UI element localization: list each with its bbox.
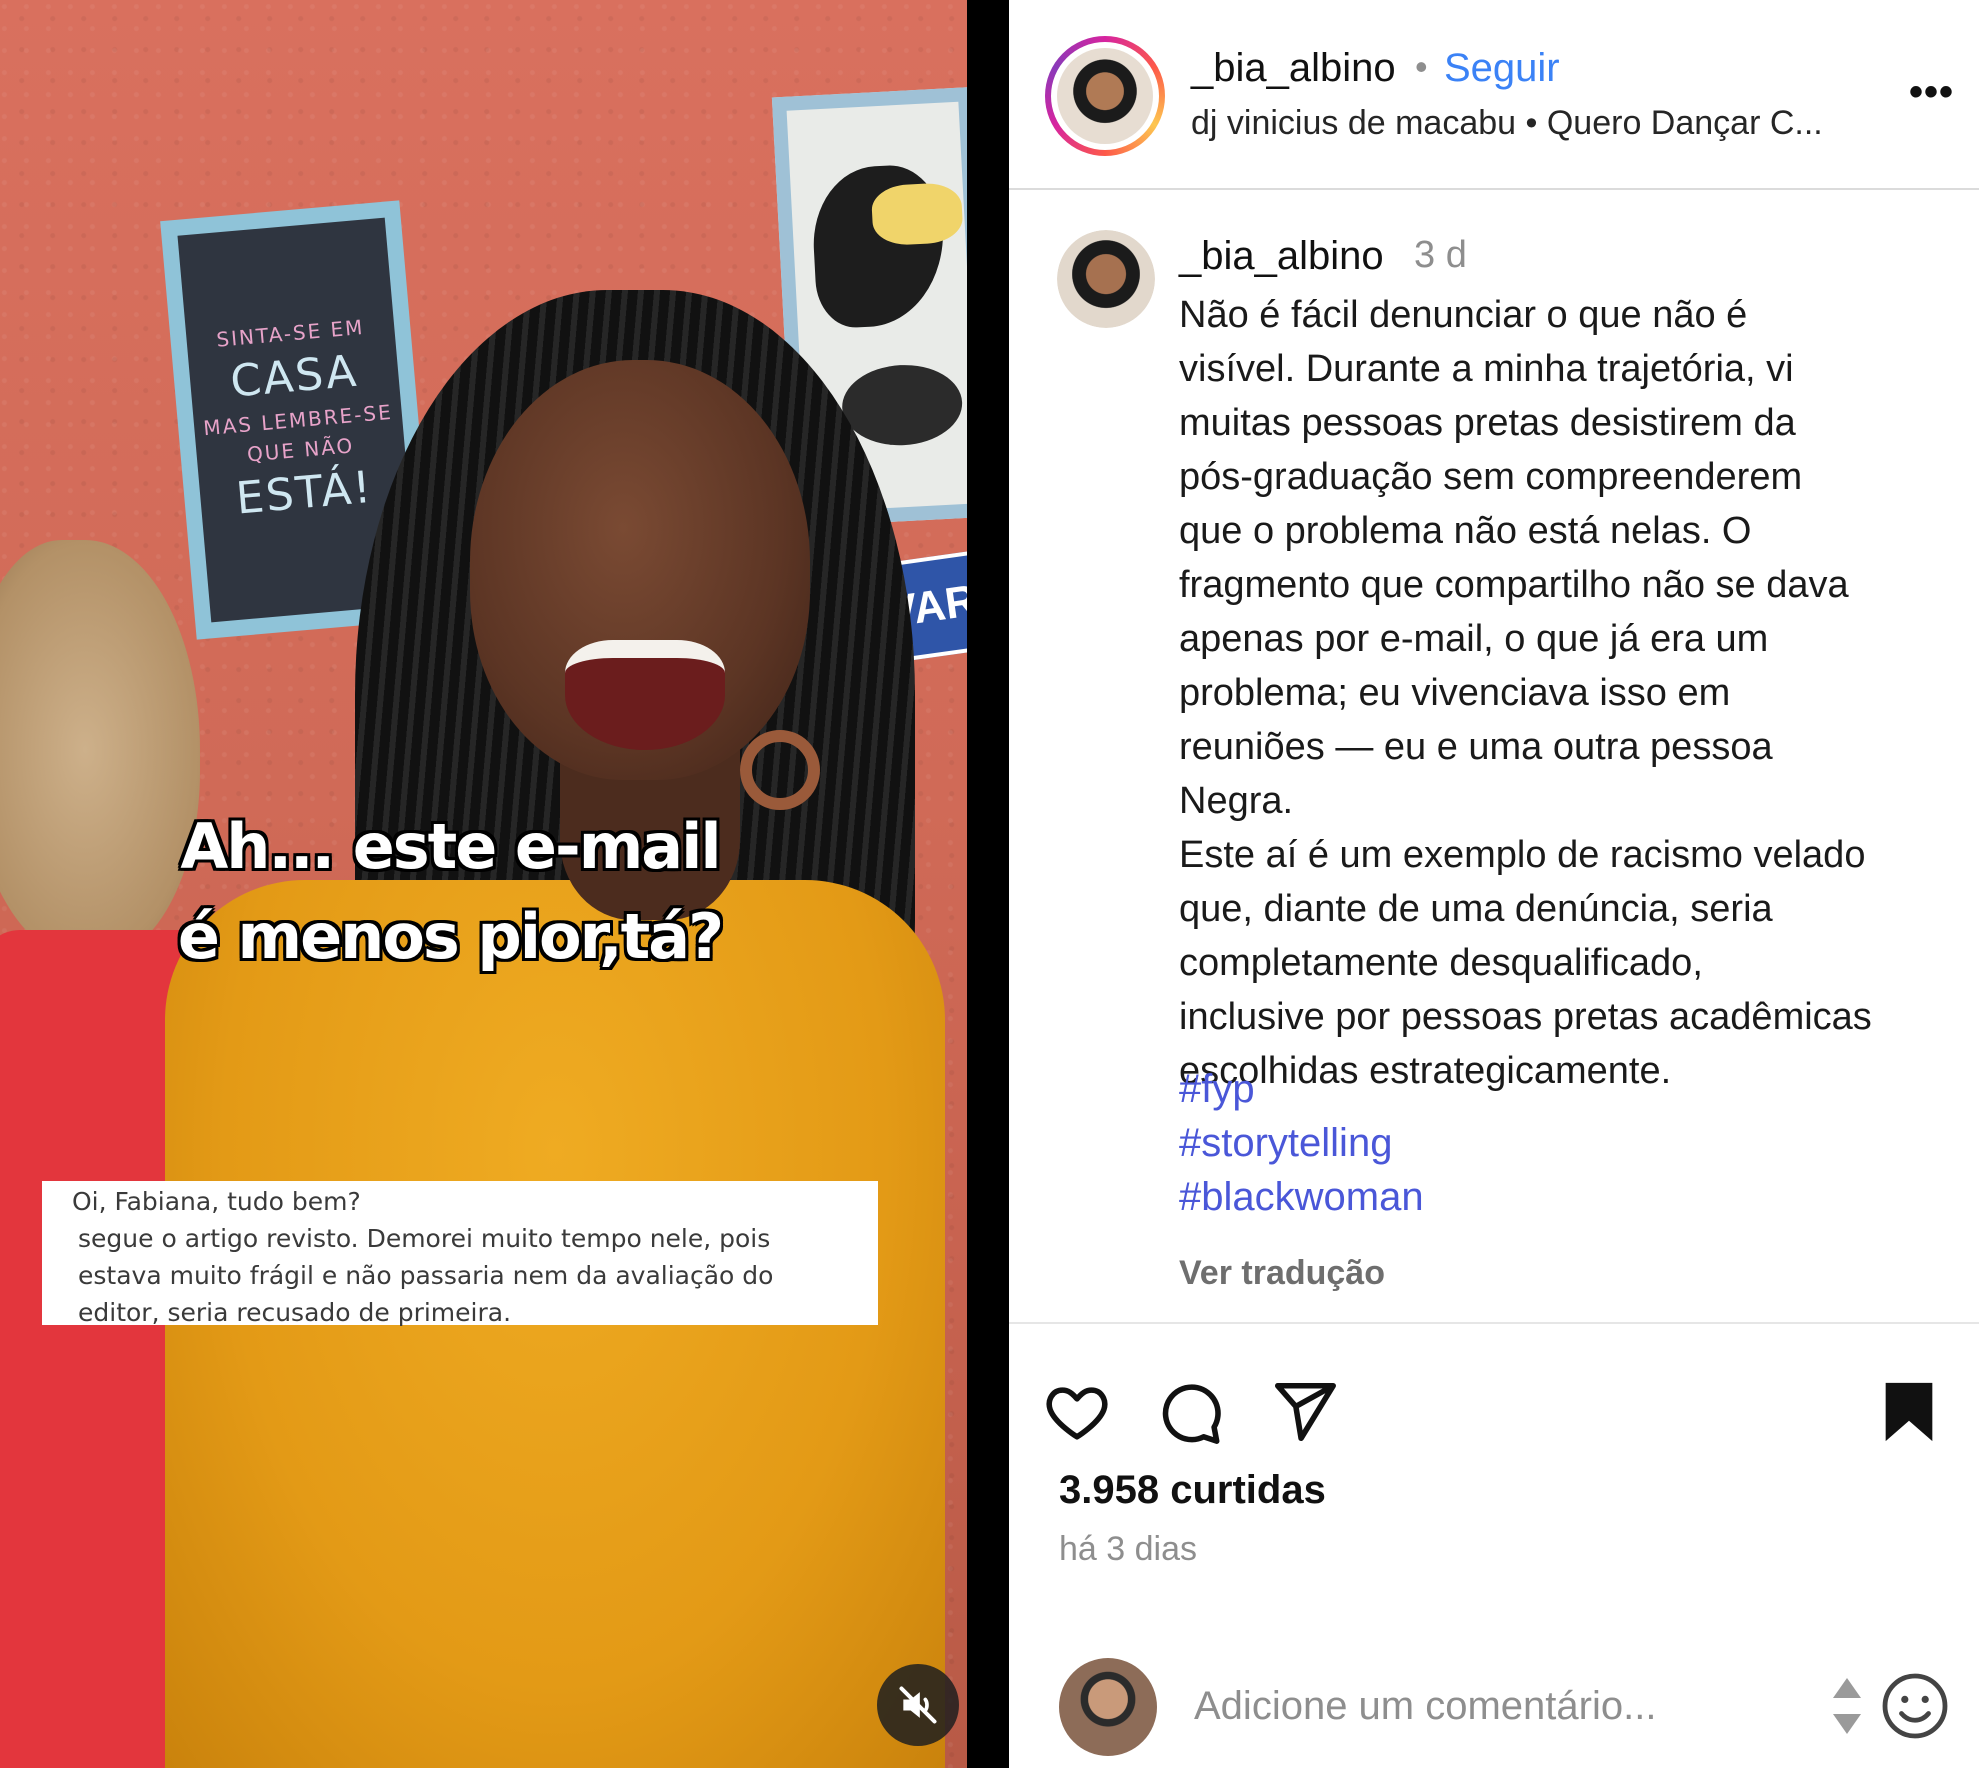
follow-button[interactable]: Seguir: [1444, 46, 1560, 91]
email-line: editor, seria recusado de primeira.: [78, 1298, 512, 1327]
divider: [1009, 1322, 1979, 1324]
post-date: há 3 dias: [1059, 1530, 1197, 1568]
video-caption-line2: é menos pior,tá?: [177, 900, 724, 973]
hashtag-link[interactable]: #fyp: [1179, 1062, 1424, 1116]
more-options-icon[interactable]: •••: [1909, 70, 1954, 115]
earring: [740, 730, 820, 810]
resize-handle-icon[interactable]: [1829, 1674, 1865, 1738]
header-username[interactable]: _bia_albino: [1191, 46, 1396, 91]
mute-button[interactable]: [877, 1664, 959, 1746]
story-ring[interactable]: [1045, 36, 1165, 156]
hashtag-list: #fyp #storytelling #blackwoman: [1179, 1062, 1424, 1224]
bookmark-icon: [1885, 1382, 1933, 1442]
audio-location-line[interactable]: dj vinicius de macabu • Quero Dançar C..…: [1191, 104, 1823, 143]
caption-section: _bia_albino 3 d Não é fácil denunciar o …: [1009, 192, 1979, 1322]
heart-icon: [1046, 1387, 1108, 1440]
translate-link[interactable]: Ver tradução: [1179, 1254, 1385, 1293]
person-mouth: [565, 640, 725, 750]
speaker-muted-icon: [899, 1686, 937, 1724]
action-bar: [1009, 1360, 1979, 1460]
poster-text: CASA: [228, 345, 361, 408]
emoji-icon[interactable]: [1879, 1670, 1951, 1742]
like-button[interactable]: [1037, 1372, 1117, 1452]
separator-dot: •: [1415, 46, 1428, 87]
hashtag-link[interactable]: #blackwoman: [1179, 1170, 1424, 1224]
caption-text: Não é fácil denunciar o que não é visíve…: [1179, 294, 1872, 1092]
email-excerpt: Oi, Fabiana, tudo bem? segue o artigo re…: [42, 1181, 878, 1327]
caption-timestamp: 3 d: [1414, 234, 1467, 276]
share-button[interactable]: [1264, 1372, 1344, 1452]
send-icon: [1274, 1382, 1336, 1442]
poster-text: QUE NÃO: [246, 433, 356, 467]
video-player[interactable]: SINTA-SE EM CASA MAS LEMBRE-SE QUE NÃO E…: [0, 0, 967, 1768]
email-line: Oi, Fabiana, tudo bem?: [72, 1187, 361, 1216]
video-caption-line1: Ah... este e-mail: [180, 810, 721, 883]
avatar: [1059, 1658, 1157, 1756]
comment-input[interactable]: [1194, 1676, 1754, 1736]
avatar: [1057, 48, 1153, 144]
poster-text: ESTÁ!: [233, 461, 375, 525]
post-panel: _bia_albino • Seguir dj vinicius de maca…: [1009, 0, 1979, 1768]
post-header: _bia_albino • Seguir dj vinicius de maca…: [1009, 0, 1979, 190]
comment-button[interactable]: [1149, 1372, 1229, 1452]
poster-text: MAS LEMBRE-SE: [202, 399, 394, 441]
hashtag-link[interactable]: #storytelling: [1179, 1116, 1424, 1170]
email-line: estava muito frágil e não passaria nem d…: [78, 1261, 774, 1290]
likes-count[interactable]: 3.958 curtidas: [1059, 1468, 1326, 1513]
comment-icon: [1162, 1384, 1221, 1444]
caption-username[interactable]: _bia_albino: [1179, 234, 1384, 279]
save-button[interactable]: [1869, 1372, 1949, 1452]
pane-divider: [967, 0, 1009, 1768]
email-line: segue o artigo revisto. Demorei muito te…: [78, 1224, 771, 1253]
avatar[interactable]: [1057, 230, 1155, 328]
comment-composer: [1009, 1640, 1979, 1768]
